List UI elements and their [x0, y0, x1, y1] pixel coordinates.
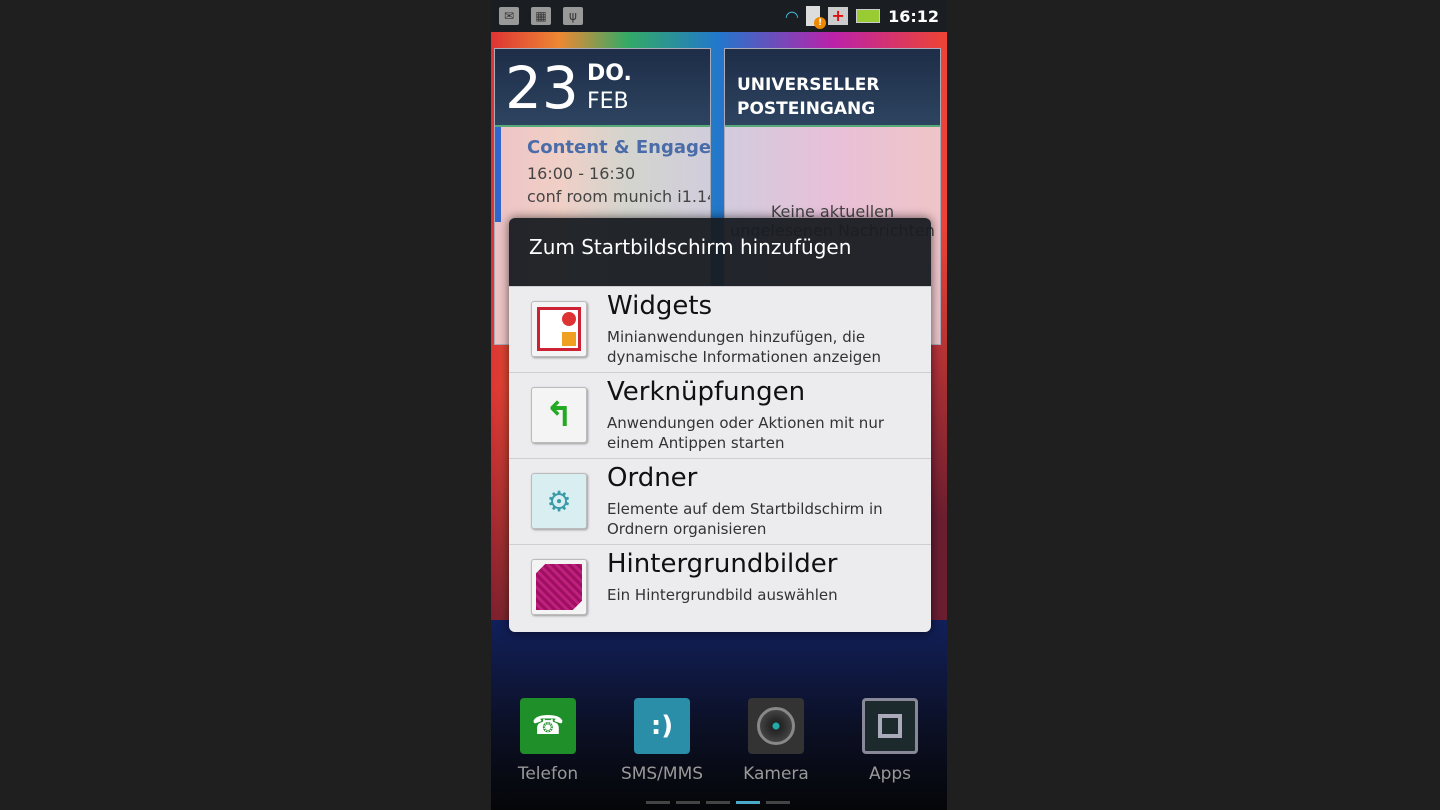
dock-app-apps[interactable]: Apps [833, 698, 947, 784]
event-title: Content & Engagen [527, 137, 710, 158]
apps-icon [862, 698, 918, 754]
item-description: Minianwendungen hinzufügen, die dynamisc… [607, 328, 881, 366]
camera-icon [748, 698, 804, 754]
inbox-title-line2: POSTEINGANG [737, 99, 876, 119]
calendar-month: FEB [587, 89, 629, 114]
add-to-home-dialog: Zum Startbildschirm hinzufügen Widgets M… [509, 218, 931, 632]
dialog-title: Zum Startbildschirm hinzufügen [509, 218, 931, 286]
page-dot [646, 801, 670, 804]
page-dot [676, 801, 700, 804]
item-description: Ein Hintergrundbild auswählen [607, 586, 838, 604]
gmail-icon: ✉ [499, 7, 519, 25]
page-dot-active [736, 801, 760, 804]
calendar-day: 23 [505, 54, 579, 122]
app-label: Apps [868, 764, 912, 784]
page-dot [706, 801, 730, 804]
calendar-event[interactable]: Content & Engagen 16:00 - 16:30 conf roo… [495, 127, 710, 222]
dock-app-camera[interactable]: Kamera [719, 698, 833, 784]
app-label: SMS/MMS [620, 764, 704, 784]
dock: ☎ Telefon :) SMS/MMS Kamera Apps [491, 698, 947, 784]
dock-app-telefon[interactable]: ☎ Telefon [491, 698, 605, 784]
battery-charging-icon [856, 9, 881, 23]
sms-icon: :) [634, 698, 690, 754]
wifi-icon: ◠ [785, 6, 799, 26]
folder-gear-icon: ⚙ [531, 473, 587, 529]
sd-card-warning-icon [806, 6, 827, 29]
item-label: Ordner [607, 463, 698, 493]
menu-item-widgets[interactable]: Widgets Minianwendungen hinzufügen, die … [509, 286, 931, 372]
inbox-title-line1: UNIVERSELLER [737, 75, 880, 95]
clock: 16:12 [888, 6, 939, 26]
widgets-icon [531, 301, 587, 357]
item-description: Anwendungen oder Aktionen mit nur einem … [607, 414, 884, 452]
item-label: Hintergrundbilder [607, 549, 838, 579]
phone-contact-icon: ☎ [520, 698, 576, 754]
status-bar[interactable]: ✉ ▦ ψ ◠ + 16:12 [491, 0, 947, 32]
event-location: conf room munich i1.14 [527, 187, 710, 206]
page-dot [766, 801, 790, 804]
menu-item-wallpapers[interactable]: Hintergrundbilder Ein Hintergrundbild au… [509, 544, 931, 632]
phone-screen: ✉ ▦ ψ ◠ + 16:12 23 DO. FEB Content & Eng… [491, 0, 947, 810]
item-label: Verknüpfungen [607, 377, 806, 407]
dock-app-sms[interactable]: :) SMS/MMS [605, 698, 719, 784]
item-label: Widgets [607, 291, 713, 321]
menu-item-folders[interactable]: ⚙ Ordner Elemente auf dem Startbildschir… [509, 458, 931, 544]
item-description: Elemente auf dem Startbildschirm in Ordn… [607, 500, 883, 538]
red-cross-icon: + [828, 7, 849, 25]
calendar-icon: ▦ [531, 7, 551, 25]
app-label: Kamera [743, 764, 809, 784]
app-label: Telefon [517, 764, 579, 784]
wallpaper-icon [531, 559, 587, 615]
shortcut-arrow-icon: ↰ [531, 387, 587, 443]
menu-item-shortcuts[interactable]: ↰ Verknüpfungen Anwendungen oder Aktione… [509, 372, 931, 458]
usb-icon: ψ [563, 7, 583, 25]
calendar-weekday: DO. [587, 61, 632, 86]
event-time: 16:00 - 16:30 [527, 164, 636, 183]
page-indicator[interactable] [646, 801, 790, 804]
